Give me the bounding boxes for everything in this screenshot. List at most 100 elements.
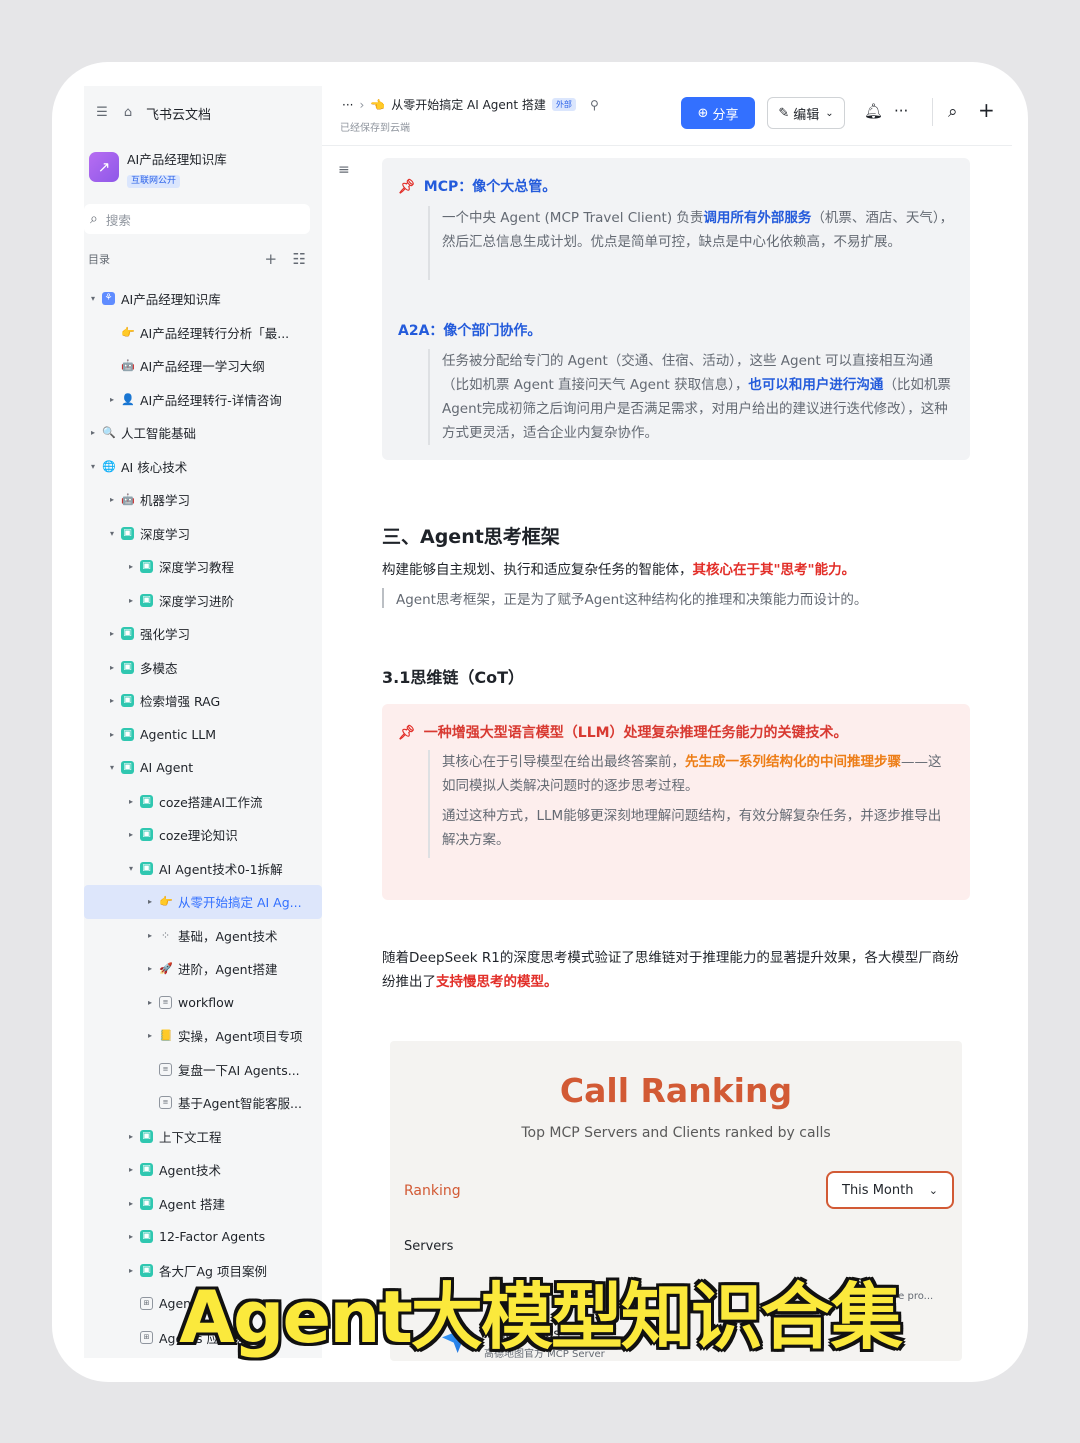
overlay-caption: Agent大模型知识合集 [179, 1275, 903, 1359]
sidebar-item-label: 基于Agent智能客服... [178, 1096, 302, 1112]
sidebar-item[interactable]: ▸ 🚀 进阶，Agent搭建 [84, 952, 322, 986]
sidebar-item[interactable]: ▸ ▣ coze理论知识 [84, 818, 322, 852]
sidebar-item[interactable]: ▾ ▣ AI Agent技术0-1拆解 [84, 852, 322, 886]
caret-right-icon[interactable]: ▸ [145, 964, 155, 973]
caret-right-icon[interactable]: ▸ [126, 1165, 136, 1174]
pencil-icon: ✎ [778, 105, 790, 121]
sidebar-item[interactable]: 🤖 AI产品经理一学习大纲 [84, 349, 322, 383]
wiki-icon: ▣ [140, 1230, 153, 1244]
sidebar-item[interactable]: ▸ ⁘ 基础，Agent技术 [84, 919, 322, 953]
sidebar-item[interactable]: ▸ ▣ Agentic LLM [84, 718, 322, 752]
caret-right-icon[interactable]: ▸ [107, 696, 117, 705]
sidebar-item[interactable]: ≡ 基于Agent智能客服... [84, 1086, 322, 1120]
list-icon[interactable]: ☷ [293, 250, 306, 268]
doc-title[interactable]: 从零开始搞定 AI Agent 搭建 [391, 96, 546, 113]
paragraph: 构建能够自主规划、执行和适应复杂任务的智能体，其核心在于其"思考"能力。 [382, 558, 855, 578]
caret-down-icon[interactable]: ▾ [88, 462, 98, 471]
sidebar-item[interactable]: ▸ ▣ 上下文工程 [84, 1120, 322, 1154]
sidebar-item[interactable]: ▸ ▣ 检索增强 RAG [84, 684, 322, 718]
knowledge-base-header[interactable]: ↗ AI产品经理知识库 互联网公开 [89, 152, 227, 188]
callout-title: A2A：像个部门协作。 [398, 320, 541, 340]
more-icon[interactable]: ··· [894, 102, 908, 120]
caret-right-icon[interactable]: ▸ [107, 395, 117, 404]
search-input[interactable]: ⌕ 搜索 [84, 204, 310, 234]
share-button[interactable]: ⊕ 分享 [681, 97, 755, 129]
sidebar-item[interactable]: ▸ 👉 从零开始搞定 AI Ag... [84, 885, 322, 919]
hand-icon: 👉 [121, 325, 135, 339]
outline-icon[interactable]: ≡ [338, 162, 350, 178]
add-icon[interactable]: + [978, 98, 995, 122]
edit-mode-button[interactable]: ✎ 编辑 ⌄ [767, 97, 845, 129]
caret-right-icon[interactable]: ▸ [145, 931, 155, 940]
sidebar-item[interactable]: ▾ 🌐 AI 核心技术 [84, 450, 322, 484]
sidebar-item[interactable]: ▸ ▣ 深度学习教程 [84, 550, 322, 584]
more-breadcrumb-button[interactable]: ··· [342, 98, 353, 112]
caret-right-icon[interactable]: ▸ [107, 663, 117, 672]
caret-right-icon[interactable]: ▸ [126, 830, 136, 839]
caret-right-icon[interactable]: ▸ [145, 1031, 155, 1040]
caret-right-icon[interactable]: ▸ [88, 428, 98, 437]
caret-right-icon[interactable]: ▸ [107, 629, 117, 638]
sidebar-item[interactable]: ▸ ▣ Agent 搭建 [84, 1187, 322, 1221]
app-window: ☰ ⌂ 飞书云文档 ↗ AI产品经理知识库 互联网公开 ⌕ 搜索 目录 + ☷ … [52, 62, 1028, 1382]
sidebar-item[interactable]: ▸ 🤖 机器学习 [84, 483, 322, 517]
sidebar-item[interactable]: ▸ ▣ 深度学习进阶 [84, 584, 322, 618]
caret-right-icon[interactable]: ▸ [107, 495, 117, 504]
caret-down-icon[interactable]: ▾ [126, 864, 136, 873]
sidebar-item[interactable]: ▸ ▣ Agent技术 [84, 1153, 322, 1187]
sidebar-item[interactable]: ▾ ▣ AI Agent [84, 751, 322, 785]
caret-right-icon[interactable]: ▸ [126, 596, 136, 605]
sidebar-item-label: 深度学习进阶 [159, 593, 235, 609]
period-select[interactable]: This Month ⌄ [826, 1171, 954, 1209]
rocket-icon: 🚀 [159, 962, 173, 976]
add-icon[interactable]: + [264, 250, 277, 268]
text-run: 一个中央 Agent (MCP Travel Client) 负责 [442, 210, 704, 226]
sidebar-item[interactable]: 👉 AI产品经理转行分析「最... [84, 316, 322, 350]
caret-right-icon[interactable]: ▸ [107, 730, 117, 739]
search-icon[interactable]: ⌕ [948, 102, 958, 122]
sidebar-item[interactable]: ▾ ⚘ AI产品经理知识库 [84, 282, 322, 316]
caret-right-icon[interactable]: ▸ [126, 1232, 136, 1241]
caret-down-icon[interactable]: ▾ [107, 529, 117, 538]
sidebar-item[interactable]: ▸ 👤 AI产品经理转行-详情咨询 [84, 383, 322, 417]
collapse-sidebar-icon[interactable]: ☰ [94, 105, 110, 121]
caret-right-icon[interactable]: ▸ [126, 1132, 136, 1141]
magnifier-icon: 🔍 [102, 426, 116, 440]
share-label: 分享 [712, 107, 739, 123]
toc-header: 目录 + ☷ [88, 250, 306, 268]
quote-block: Agent思考框架，正是为了赋予Agent这种结构化的推理和决策能力而设计的。 [382, 588, 867, 608]
sidebar-item[interactable]: ▸ ▣ 强化学习 [84, 617, 322, 651]
caret-right-icon[interactable]: ▸ [145, 897, 155, 906]
person-icon: 👤 [121, 392, 135, 406]
period-value: This Month [842, 1182, 914, 1198]
caret-down-icon[interactable]: ▾ [88, 294, 98, 303]
caret-right-icon[interactable]: ▸ [145, 998, 155, 1007]
sidebar-item[interactable]: ▸ ▣ 多模态 [84, 651, 322, 685]
cot-title: 一种增强大型语言模型（LLM）处理复杂推理任务能力的关键技术。 [423, 725, 848, 741]
heading-3: 3.1思维链（CoT） [382, 668, 524, 687]
sidebar-item[interactable]: ▸ ▣ 12-Factor Agents [84, 1220, 322, 1254]
robot-icon: 🤖 [121, 359, 135, 373]
sidebar-item[interactable]: ≡ 复盘一下AI Agents... [84, 1053, 322, 1087]
home-icon[interactable]: ⌂ [120, 105, 136, 121]
globe-icon: ⊕ [697, 105, 709, 121]
wiki-icon: ▣ [140, 794, 153, 808]
text-run: 其核心在于引导模型在给出最终答案前， [442, 754, 685, 770]
robot-icon: 🤖 [121, 493, 135, 507]
sidebar-item[interactable]: ▾ ▣ 深度学习 [84, 517, 322, 551]
pin-icon[interactable]: ⚲ [590, 98, 599, 112]
sidebar-item[interactable]: ▸ 🔍 人工智能基础 [84, 416, 322, 450]
sidebar-item[interactable]: ▸ ▣ coze搭建AI工作流 [84, 785, 322, 819]
bell-icon[interactable]: 🔔︎ [864, 102, 883, 120]
sidebar-item[interactable]: ▸ 📒 实操，Agent项目专项 [84, 1019, 322, 1053]
dots-icon: ⁘ [160, 928, 171, 942]
sidebar-item[interactable]: ▸ ≡ workflow [84, 986, 322, 1020]
caret-right-icon[interactable]: ▸ [126, 797, 136, 806]
highlight-text: 支持慢思考的模型。 [436, 974, 558, 990]
caret-right-icon[interactable]: ▸ [126, 562, 136, 571]
caret-right-icon[interactable]: ▸ [126, 1199, 136, 1208]
callout-title: 📌︎ 一种增强大型语言模型（LLM）处理复杂推理任务能力的关键技术。 [398, 722, 848, 742]
sidebar-item-label: 多模态 [140, 660, 178, 676]
divider [932, 98, 933, 126]
caret-down-icon[interactable]: ▾ [107, 763, 117, 772]
